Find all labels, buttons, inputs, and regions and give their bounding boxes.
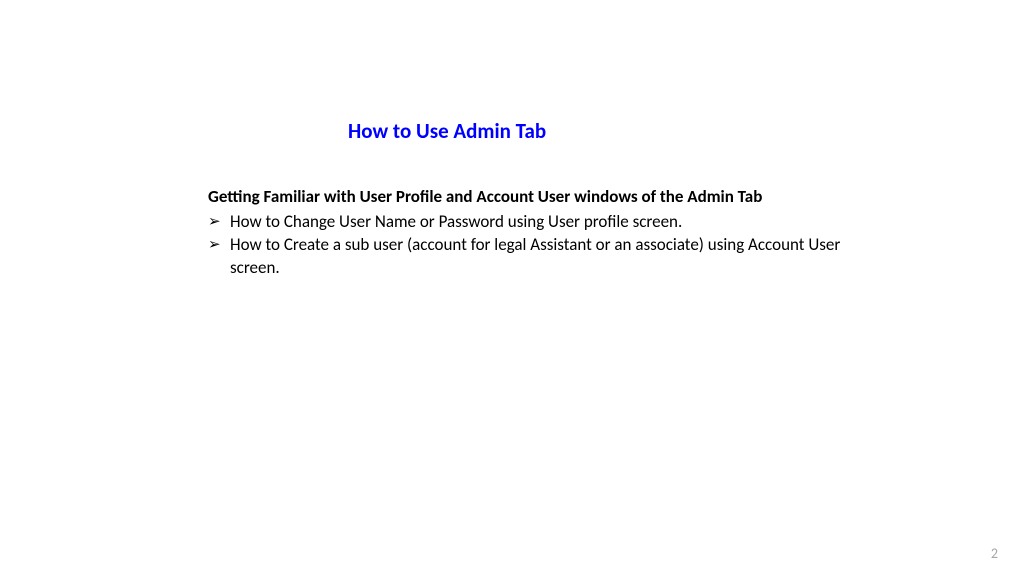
bullet-text: How to Create a sub user (account for le… — [230, 234, 844, 280]
list-item: ➢ How to Create a sub user (account for … — [208, 234, 844, 280]
bullet-list: ➢ How to Change User Name or Password us… — [208, 211, 844, 280]
list-item: ➢ How to Change User Name or Password us… — [208, 211, 844, 234]
chevron-right-icon: ➢ — [208, 211, 230, 232]
subtitle: Getting Familiar with User Profile and A… — [208, 186, 844, 209]
slide-content: How to Use Admin Tab Getting Familiar wi… — [0, 0, 1024, 280]
page-title: How to Use Admin Tab — [348, 118, 844, 144]
bullet-text: How to Change User Name or Password usin… — [230, 211, 844, 234]
chevron-right-icon: ➢ — [208, 234, 230, 255]
page-number: 2 — [991, 545, 998, 562]
